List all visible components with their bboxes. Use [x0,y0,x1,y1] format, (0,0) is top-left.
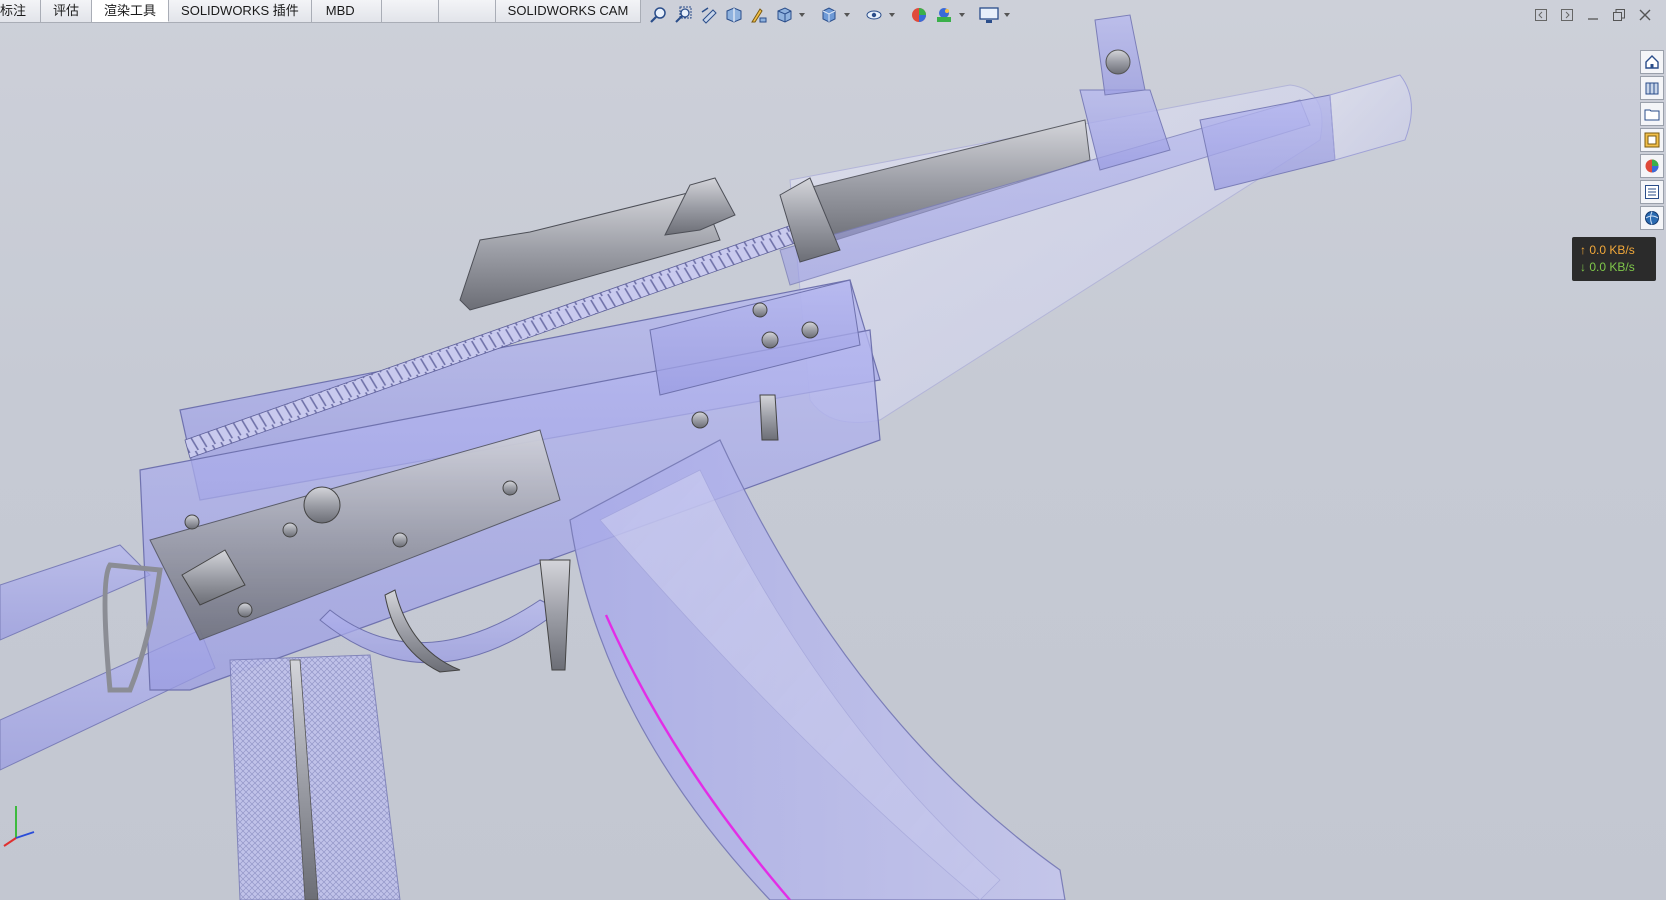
graphics-area[interactable] [0,0,1666,900]
selector-pivot [303,486,341,524]
reference-triad-icon [3,806,35,847]
tile-right-icon[interactable] [1556,4,1578,26]
appearances-scenes-icon[interactable] [1640,154,1664,178]
apply-scene-icon[interactable] [933,4,955,26]
hide-show-items-icon[interactable] [863,4,885,26]
front-sight-pin [1105,49,1131,75]
dust-cover-latch [759,394,779,441]
chevron-down-icon[interactable] [843,4,851,26]
tab-mbd[interactable]: MBD [311,0,382,22]
tab-solidworks-cam[interactable]: SOLIDWORKS CAM [495,0,642,22]
flash-hider [1329,74,1412,161]
chevron-down-icon[interactable] [798,4,806,26]
design-library-icon[interactable] [1640,76,1664,100]
chevron-down-icon[interactable] [1003,4,1011,26]
display-style-icon[interactable] [818,4,840,26]
upload-speed: ↑ 0.0 KB/s [1580,243,1635,257]
document-window-controls [1530,4,1656,26]
close-icon[interactable] [1634,4,1656,26]
custom-properties-icon[interactable] [1640,180,1664,204]
tile-left-icon[interactable] [1530,4,1552,26]
solidworks-window: 标注 评估 渲染工具 SOLIDWORKS 插件 MBD SOLIDWORKS … [0,0,1666,900]
heads-up-view-toolbar [648,3,1011,27]
restore-icon[interactable] [1608,4,1630,26]
stock-upper [0,544,151,641]
section-view-icon[interactable] [723,4,745,26]
rifle-model[interactable] [0,14,1412,900]
tab-annotation[interactable]: 标注 [0,0,41,22]
file-explorer-icon[interactable] [1640,102,1664,126]
tab-render-tools[interactable]: 渲染工具 [92,0,170,22]
view-settings-icon[interactable] [978,4,1000,26]
edit-appearance-icon[interactable] [908,4,930,26]
tab-solidworks-addins[interactable]: SOLIDWORKS 插件 [169,0,312,22]
zoom-to-area-icon[interactable] [673,4,695,26]
previous-view-icon[interactable] [698,4,720,26]
tab-empty-2[interactable] [438,0,496,22]
network-speed-widget[interactable]: ↑ 0.0 KB/s ↓ 0.0 KB/s [1572,237,1656,281]
view-orientation-icon[interactable] [773,4,795,26]
solidworks-resources-icon[interactable] [1640,50,1664,74]
task-pane-tabs [1640,50,1664,230]
zoom-to-fit-icon[interactable] [648,4,670,26]
chevron-down-icon[interactable] [958,4,966,26]
command-manager-tabs: 标注 评估 渲染工具 SOLIDWORKS 插件 MBD SOLIDWORKS … [0,0,642,23]
minimize-icon[interactable] [1582,4,1604,26]
view-palette-icon[interactable] [1640,128,1664,152]
download-speed: ↓ 0.0 KB/s [1580,260,1635,274]
tab-evaluate[interactable]: 评估 [41,0,93,22]
dynamic-annotation-icon[interactable] [748,4,770,26]
chevron-down-icon[interactable] [888,4,896,26]
tab-empty-1[interactable] [381,0,439,22]
forum-icon[interactable] [1640,206,1664,230]
